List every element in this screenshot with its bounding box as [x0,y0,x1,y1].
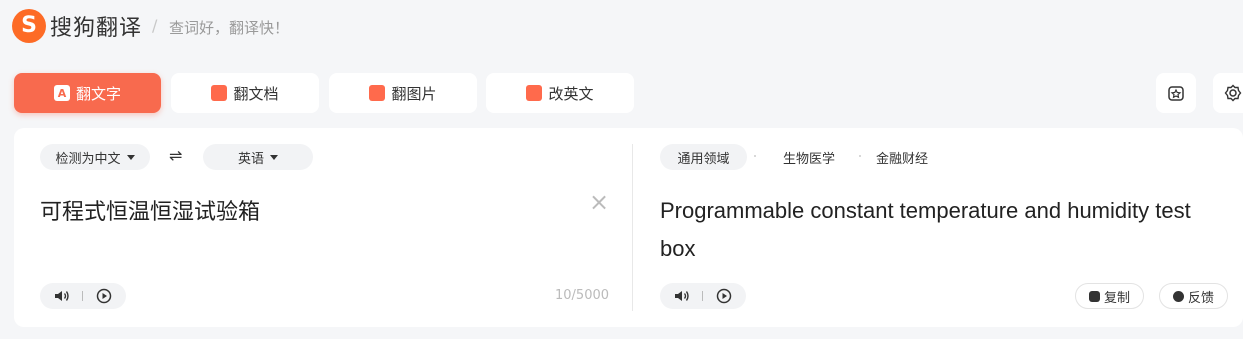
tab-translate-image[interactable]: 翻图片 [329,73,477,113]
domain-general[interactable]: 通用领域 [660,144,747,170]
settings-button[interactable] [1213,73,1243,113]
document-icon [211,85,228,101]
domain-biomedical[interactable]: 生物医学 [764,144,854,170]
feedback-label: 反馈 [1187,290,1214,306]
character-counter: 10/5000 [555,288,610,303]
tab-edit-english[interactable]: 改英文 [486,73,634,113]
translation-output: Programmable constant temperature and hu… [660,198,1191,261]
domain-separator [754,155,756,157]
sogou-logo-icon: S [12,9,46,43]
tab-label: 翻文档 [233,84,279,103]
logo-letter: S [21,12,37,38]
header-separator: / [152,16,158,35]
translation-panel: 检测为中文 ⇌ 英语 可程式恒温恒湿试验箱 × 10/5000 通用领域 生物医… [14,128,1243,327]
chevron-down-icon [270,154,278,160]
slogan: 查词好，翻译快！ [169,19,290,37]
slow-playback-icon[interactable] [716,288,732,304]
copy-label: 复制 [1103,290,1130,306]
target-language-select[interactable]: 英语 [203,144,313,170]
sogou-logo[interactable]: S 搜狗翻译 [12,9,142,43]
favorites-button[interactable] [1156,73,1196,113]
target-language-label: 英语 [237,151,264,167]
source-language-label: 检测为中文 [55,151,121,167]
image-icon [369,85,386,101]
settings-icon [1224,84,1242,102]
feedback-icon [1172,290,1184,302]
clear-input-icon[interactable]: × [589,188,609,216]
source-language-select[interactable]: 检测为中文 [40,144,150,170]
domain-finance[interactable]: 金融财经 [867,144,937,170]
chevron-down-icon [126,154,135,160]
slow-playback-icon[interactable] [96,288,112,304]
source-audio-controls [40,283,126,309]
tab-label: 改英文 [548,84,594,103]
speaker-icon[interactable] [674,289,690,303]
edit-english-icon [526,85,543,101]
favorites-star-icon [1168,86,1184,101]
copy-button[interactable]: 复制 [1075,283,1144,309]
target-audio-controls [660,283,746,309]
swap-languages-button[interactable]: ⇌ [169,146,182,165]
tab-translate-text[interactable]: A 翻文字 [14,73,161,113]
copy-icon [1088,290,1100,302]
speaker-icon[interactable] [54,289,70,303]
divider [82,291,84,301]
tab-translate-document[interactable]: 翻文档 [171,73,319,113]
domain-separator [859,155,861,157]
source-text-input[interactable]: 可程式恒温恒湿试验箱 [40,194,260,226]
tab-label: 翻图片 [391,84,437,103]
logo-text: 搜狗翻译 [50,16,143,41]
feedback-button[interactable]: 反馈 [1159,283,1228,309]
text-translate-icon: A [53,85,70,101]
panel-divider [632,144,633,311]
divider [702,291,704,301]
tab-label: 翻文字 [75,84,121,103]
